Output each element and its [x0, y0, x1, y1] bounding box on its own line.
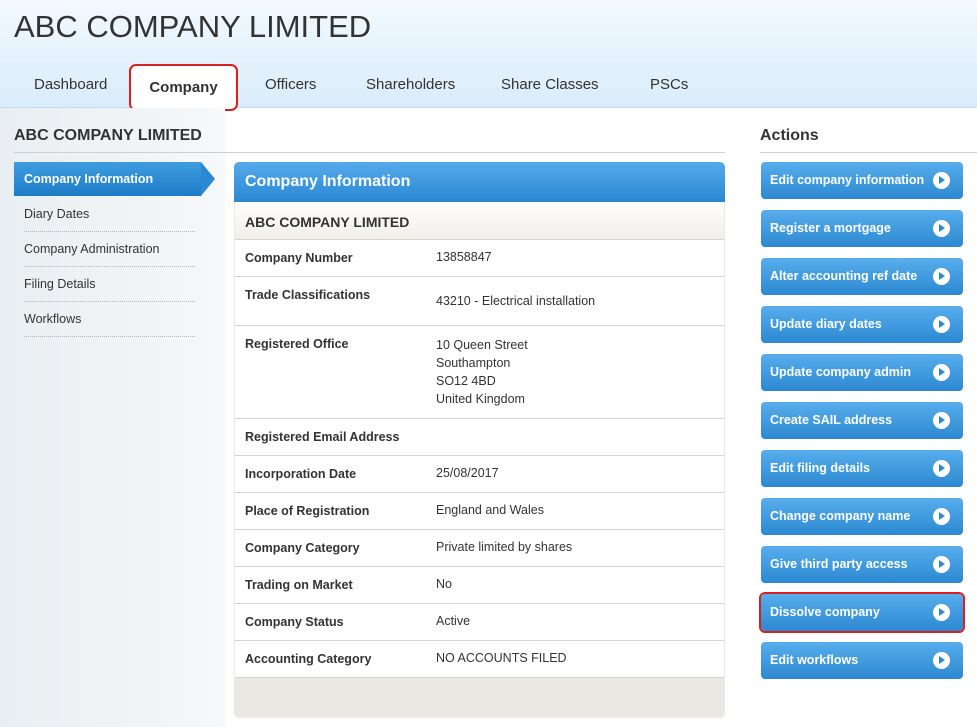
- info-row-company-category: Company Category Private limited by shar…: [235, 530, 724, 567]
- info-label: Registered Email Address: [245, 430, 400, 444]
- page-title: ABC COMPANY LIMITED: [14, 127, 202, 144]
- info-label: Company Status: [245, 615, 344, 629]
- panel-title: Company Information: [234, 162, 725, 202]
- edit-workflows-button[interactable]: Edit workflows: [761, 642, 963, 679]
- info-value: 43210 - Electrical installation: [436, 294, 596, 308]
- button-label: Edit company information: [770, 173, 925, 187]
- arrow-right-circle-icon: [933, 220, 950, 237]
- info-row-place-of-registration: Place of Registration England and Wales: [235, 493, 724, 530]
- actions-divider: [760, 152, 977, 153]
- info-row-company-status: Company Status Active: [235, 604, 724, 641]
- button-label: Give third party access: [770, 557, 908, 571]
- info-row-accounting-category: Accounting Category NO ACCOUNTS FILED: [235, 641, 724, 678]
- info-row-registered-office: Registered Office 10 Queen Street Southa…: [235, 326, 724, 419]
- info-row-incorporation-date: Incorporation Date 25/08/2017: [235, 456, 724, 493]
- actions-heading: Actions: [760, 127, 819, 144]
- company-name-header: ABC COMPANY LIMITED: [235, 202, 724, 240]
- heading-divider: [14, 152, 725, 153]
- info-value: 25/08/2017: [436, 466, 499, 480]
- active-arrow-indicator: [201, 162, 215, 196]
- sidebar-item-filing-details[interactable]: Filing Details: [24, 267, 195, 302]
- create-sail-address-button[interactable]: Create SAIL address: [761, 402, 963, 439]
- info-label: Trading on Market: [245, 578, 353, 592]
- sidebar-item-company-information[interactable]: Company Information: [14, 162, 201, 196]
- update-company-admin-button[interactable]: Update company admin: [761, 354, 963, 391]
- button-label: Dissolve company: [770, 605, 880, 619]
- info-label: Trade Classifications: [245, 288, 371, 302]
- arrow-right-circle-icon: [933, 652, 950, 669]
- register-mortgage-button[interactable]: Register a mortgage: [761, 210, 963, 247]
- arrow-right-circle-icon: [933, 268, 950, 285]
- info-value: Private limited by shares: [436, 540, 573, 554]
- tab-company[interactable]: Company: [129, 64, 238, 111]
- info-row-company-number: Company Number 13858847: [235, 240, 724, 277]
- app-header: ABC COMPANY LIMITED Dashboard Company Of…: [0, 0, 977, 111]
- info-label: Incorporation Date: [245, 467, 357, 481]
- button-label: Update diary dates: [770, 317, 882, 331]
- info-value: Active: [436, 614, 471, 628]
- info-value: NO ACCOUNTS FILED: [436, 651, 567, 665]
- info-value: 13858847: [436, 250, 492, 264]
- tab-dashboard[interactable]: Dashboard: [34, 76, 107, 93]
- button-label: Edit workflows: [770, 653, 859, 667]
- edit-company-information-button[interactable]: Edit company information: [761, 162, 963, 199]
- arrow-right-circle-icon: [933, 508, 950, 525]
- arrow-right-circle-icon: [933, 412, 950, 429]
- arrow-right-circle-icon: [933, 460, 950, 477]
- info-label: Place of Registration: [245, 504, 370, 518]
- sidebar-item-workflows[interactable]: Workflows: [24, 302, 195, 337]
- info-value-address-line: United Kingdom: [436, 392, 525, 406]
- arrow-right-circle-icon: [933, 556, 950, 573]
- sidebar-item-company-administration[interactable]: Company Administration: [24, 232, 195, 267]
- info-row-trade-classifications: Trade Classifications 43210 - Electrical…: [235, 277, 724, 326]
- dissolve-company-button[interactable]: Dissolve company: [759, 592, 965, 633]
- button-label: Create SAIL address: [770, 413, 893, 427]
- arrow-right-circle-icon: [933, 316, 950, 333]
- info-value-address-line: SO12 4BD: [436, 374, 496, 388]
- alter-accounting-ref-date-button[interactable]: Alter accounting ref date: [761, 258, 963, 295]
- button-label: Update company admin: [770, 365, 911, 379]
- info-row-registered-email: Registered Email Address: [235, 419, 724, 456]
- sidebar-item-diary-dates[interactable]: Diary Dates: [24, 197, 195, 232]
- edit-filing-details-button[interactable]: Edit filing details: [761, 450, 963, 487]
- info-value-address-line: 10 Queen Street: [436, 338, 528, 352]
- info-label: Company Number: [245, 251, 353, 265]
- info-value-address-line: Southampton: [436, 356, 511, 370]
- button-label: Register a mortgage: [770, 221, 891, 235]
- button-label: Change company name: [770, 509, 911, 523]
- info-value: England and Wales: [436, 503, 544, 517]
- info-label: Registered Office: [245, 337, 349, 351]
- arrow-right-circle-icon: [933, 364, 950, 381]
- app-title: ABC COMPANY LIMITED: [14, 9, 372, 44]
- info-value: No: [436, 577, 452, 591]
- button-label: Alter accounting ref date: [770, 269, 918, 283]
- give-third-party-access-button[interactable]: Give third party access: [761, 546, 963, 583]
- info-row-trading-on-market: Trading on Market No: [235, 567, 724, 604]
- button-label: Edit filing details: [770, 461, 871, 475]
- change-company-name-button[interactable]: Change company name: [761, 498, 963, 535]
- tab-officers[interactable]: Officers: [265, 76, 316, 93]
- arrow-right-circle-icon: [933, 604, 950, 621]
- update-diary-dates-button[interactable]: Update diary dates: [761, 306, 963, 343]
- info-label: Company Category: [245, 541, 360, 555]
- tab-pscs[interactable]: PSCs: [650, 76, 688, 93]
- info-label: Accounting Category: [245, 652, 372, 666]
- tab-shareholders[interactable]: Shareholders: [366, 76, 455, 93]
- arrow-right-circle-icon: [933, 172, 950, 189]
- tab-share-classes[interactable]: Share Classes: [501, 76, 599, 93]
